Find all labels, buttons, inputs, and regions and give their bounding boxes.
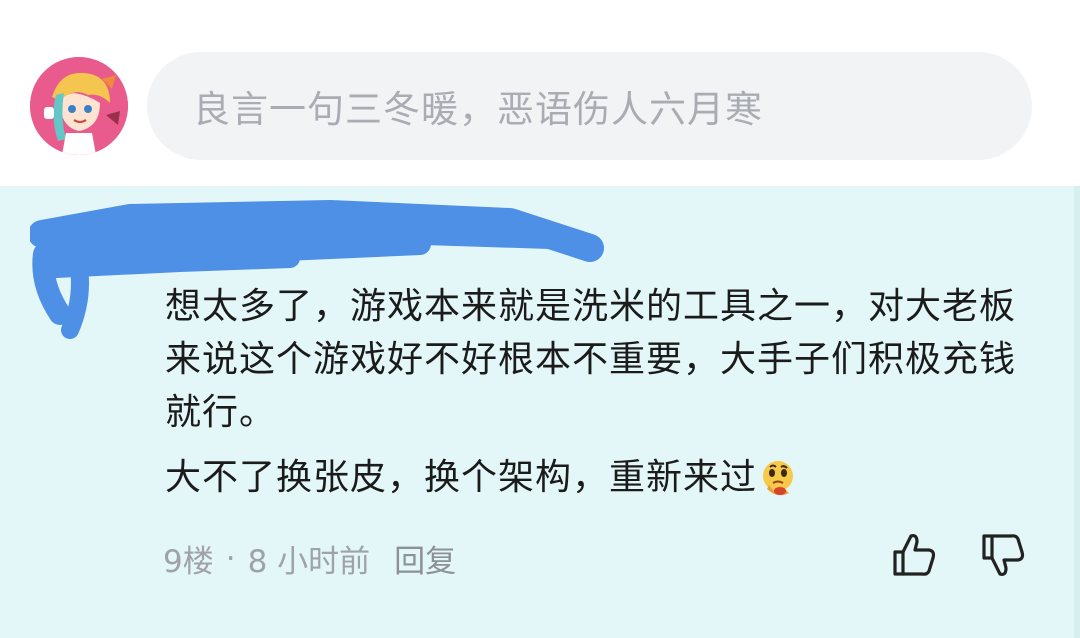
thumbs-down-icon[interactable] [978,530,1028,580]
comment-compose-bar: 良言一句三冬暖，恶语伤人六月寒 [0,0,1080,186]
comment-time: 8 小时前 [247,544,371,580]
floor-number: 9楼 [163,544,214,580]
comment-paragraph-1: 想太多了，游戏本来就是洗米的工具之一，对大老板来说这个游戏好不好根本不重要，大手… [165,286,1017,433]
card-edge [1074,186,1080,638]
comment-paragraph-2: 大不了换张皮，换个架构，重新来过 [165,457,758,498]
thumbs-up-icon[interactable] [889,530,939,580]
comment-input[interactable]: 良言一句三冬暖，恶语伤人六月寒 [147,52,1032,160]
comment-card: 想太多了，游戏本来就是洗米的工具之一，对大老板来说这个游戏好不好根本不重要，大手… [0,186,1080,638]
comment-meta: 9楼 · 8 小时前 回复 [163,536,456,581]
avatar[interactable] [30,57,128,155]
comment-text: 想太多了，游戏本来就是洗米的工具之一，对大老板来说这个游戏好不好根本不重要，大手… [165,280,1025,504]
meta-separator: · [225,540,236,577]
thinking-face-emoji-icon [763,460,794,495]
comment-paragraph-2-line: 大不了换张皮，换个架构，重新来过 [165,451,1025,504]
reply-button[interactable]: 回复 [394,536,456,581]
